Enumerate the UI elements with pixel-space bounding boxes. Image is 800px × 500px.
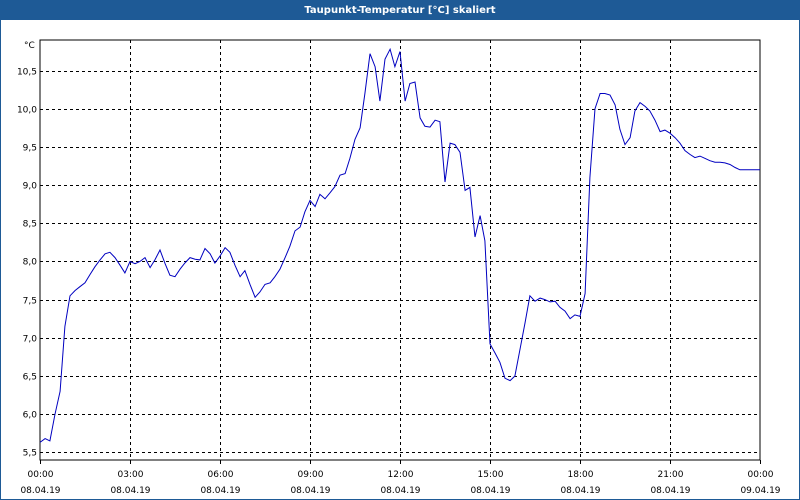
y-tick-label: 8,5 — [23, 220, 37, 230]
y-axis-unit-label: °C — [24, 41, 35, 51]
y-tick-label: 8,0 — [23, 258, 38, 268]
x-tick-time-label: 18:00 — [568, 470, 594, 480]
x-tick-time-label: 03:00 — [118, 470, 144, 480]
x-tick-time-label: 12:00 — [388, 470, 414, 480]
y-tick-label: 9,0 — [23, 182, 38, 192]
grid-lines — [40, 40, 760, 460]
x-tick-date-label: 08.04.19 — [470, 486, 510, 496]
x-tick-date-label: 08.04.19 — [20, 486, 60, 496]
y-tick-label: 6,0 — [23, 411, 38, 421]
x-tick-time-label: 06:00 — [208, 470, 234, 480]
x-tick-date-label: 08.04.19 — [290, 486, 330, 496]
x-tick-time-label: 00:00 — [28, 470, 54, 480]
x-axis-ticks: 00:00 08.04.19 03:00 08.04.19 06:00 08.04.19 0… — [20, 460, 781, 496]
x-tick-time-label: 21:00 — [658, 470, 684, 480]
x-tick-date-label: 08.04.19 — [110, 486, 150, 496]
x-tick-date-label: 08.04.19 — [560, 486, 600, 496]
y-tick-label: 10,0 — [17, 106, 37, 116]
y-tick-label: 5,5 — [23, 449, 37, 459]
y-tick-label: 6,5 — [23, 373, 37, 383]
y-tick-label: 9,5 — [23, 144, 37, 154]
x-tick-date-label: 08.04.19 — [650, 486, 690, 496]
y-axis-ticks: 5,5 6,0 6,5 7,0 7,5 8,0 8,5 9,0 9,5 10,0 10,5 — [17, 68, 37, 459]
y-tick-label: 7,0 — [23, 335, 38, 345]
y-tick-label: 7,5 — [23, 297, 37, 307]
dewpoint-chart: °C 5,5 6,0 6,5 7,0 7,5 8,0 8,5 9,0 9,5 10,0 10,5 0… — [17, 39, 781, 496]
x-tick-time-label: 15:00 — [478, 470, 504, 480]
x-tick-date-label: 08.04.19 — [380, 486, 420, 496]
x-tick-time-label: 09:00 — [298, 470, 324, 480]
y-tick-label: 10,5 — [17, 68, 37, 78]
x-tick-time-label: 00:00 — [748, 470, 774, 480]
x-tick-date-label: 08.04.19 — [200, 486, 240, 496]
x-tick-date-label: 09.04.19 — [740, 486, 780, 496]
